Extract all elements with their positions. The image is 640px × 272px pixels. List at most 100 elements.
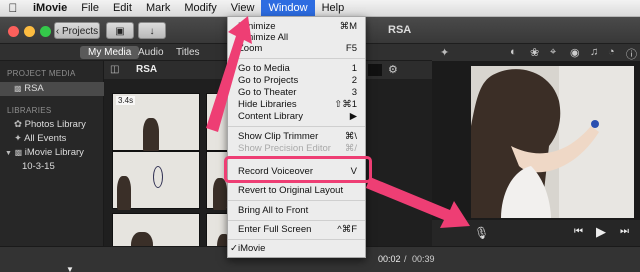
menu-item-label: iMovie xyxy=(238,243,266,254)
libraries-heading: LIBRARIES xyxy=(7,106,52,115)
menu-separator xyxy=(228,200,365,201)
total-timecode: 00:39 xyxy=(412,254,435,264)
download-arrow-icon: ↓ xyxy=(149,26,155,37)
projects-button-label: Projects xyxy=(62,26,99,37)
menu-item-minimize-all[interactable]: Minimize All xyxy=(228,32,365,43)
menu-item-hide-libraries[interactable]: Hide Libraries ⇧⌘1 xyxy=(228,99,365,110)
color-palette-icon[interactable]: ❀ xyxy=(530,46,539,59)
share-button[interactable]: ↓ xyxy=(138,22,166,39)
crop-icon[interactable]: ⌖ xyxy=(550,46,556,59)
tab-audio[interactable]: Audio xyxy=(130,46,172,59)
menu-item-enter-full-screen[interactable]: Enter Full Screen ^⌘F xyxy=(228,224,365,235)
menu-item-label: Revert to Original Layout xyxy=(238,185,344,196)
color-balance-icon[interactable]: ◐ xyxy=(510,46,517,58)
menu-item-minimize[interactable]: Minimize ⌘M xyxy=(228,21,365,32)
viewer-toolbar: ✦ ◐ ❀ ⌖ ◉ ♫ ◔ ⓘ xyxy=(432,44,640,61)
submenu-arrow-icon: ▶ xyxy=(349,111,357,122)
menu-item-zoom[interactable]: Zoom F5 xyxy=(228,43,365,54)
skip-back-icon[interactable]: ⏮ xyxy=(574,226,583,237)
libraries-sidebar: PROJECT MEDIA ▩ RSA LIBRARIES ✿ Photos L… xyxy=(0,61,104,265)
menu-item-label: Show Precision Editor xyxy=(238,143,331,154)
playhead-marker-icon[interactable]: ▼ xyxy=(66,265,74,272)
speed-icon[interactable]: ◔ xyxy=(608,46,615,58)
menu-item-shortcut: 2 xyxy=(351,75,357,86)
menu-item-label: Go to Media xyxy=(238,63,290,74)
menu-help[interactable]: Help xyxy=(315,0,352,17)
menu-item-imovie-window[interactable]: ✓ iMovie xyxy=(228,243,365,254)
menu-separator xyxy=(228,220,365,221)
menu-app[interactable]: iMovie xyxy=(26,0,74,17)
menu-item-shortcut: 3 xyxy=(351,87,357,98)
window-menu: Minimize ⌘M Minimize All Zoom F5 Go to Med… xyxy=(227,16,366,258)
menu-separator xyxy=(228,58,365,59)
menu-item-label: Zoom xyxy=(238,43,263,54)
minimize-window-button[interactable] xyxy=(24,26,35,37)
clip-drawing xyxy=(153,166,163,188)
disclosure-triangle-icon: ▼ xyxy=(5,150,12,157)
menu-item-label: Bring All to Front xyxy=(238,205,309,216)
menu-item-show-clip-trimmer[interactable]: Show Clip Trimmer ⌘\ xyxy=(228,131,365,142)
menu-mark[interactable]: Mark xyxy=(139,0,177,17)
menu-item-label: Content Library xyxy=(238,111,303,122)
viewer-controls: 🎙 ⏮ ▶ ⏭ xyxy=(432,220,640,246)
menu-item-label: Go to Projects xyxy=(238,75,299,86)
menu-item-bring-all-to-front[interactable]: Bring All to Front xyxy=(228,205,365,216)
menu-item-shortcut: ⌘M xyxy=(339,21,357,32)
menu-item-revert-layout[interactable]: Revert to Original Layout xyxy=(228,185,365,196)
clip-duration: 3.4s xyxy=(116,96,136,105)
current-timecode: 00:02 xyxy=(378,254,401,264)
sidebar-item-label: All Events xyxy=(24,133,67,144)
zoom-slider[interactable] xyxy=(368,64,382,76)
sidebar-item-label: iMovie Library xyxy=(24,147,84,158)
clip-thumbnail[interactable]: 3.4s xyxy=(112,93,200,152)
menu-item-content-library[interactable]: Content Library ▶ xyxy=(228,111,365,122)
menu-view[interactable]: View xyxy=(224,0,262,17)
annotation-highlight-box xyxy=(224,156,372,183)
sidebar-item-all-events[interactable]: ✦ All Events xyxy=(14,132,66,146)
menu-item-label: Hide Libraries xyxy=(238,99,297,110)
sidebar-item-event[interactable]: 10-3-15 xyxy=(22,160,55,174)
apple-icon[interactable]:  xyxy=(0,1,26,15)
menu-item-label: Minimize xyxy=(238,21,276,32)
microphone-icon[interactable]: 🎙 xyxy=(474,226,489,240)
sidebar-toggle-icon[interactable]: ◫ xyxy=(110,64,119,75)
skip-forward-icon[interactable]: ⏭ xyxy=(620,226,629,237)
menu-item-label: Show Clip Trimmer xyxy=(238,131,319,142)
clip-thumbnail[interactable] xyxy=(112,151,200,210)
settings-gear-icon[interactable]: ⚙ xyxy=(388,63,398,76)
menu-item-shortcut: F5 xyxy=(345,43,357,54)
menu-separator xyxy=(228,239,365,240)
menu-edit[interactable]: Edit xyxy=(106,0,139,17)
menu-item-show-precision-editor: Show Precision Editor ⌘/ xyxy=(228,143,365,154)
play-icon[interactable]: ▶ xyxy=(596,224,606,240)
clip-subject xyxy=(143,118,159,152)
menu-file[interactable]: File xyxy=(74,0,106,17)
clip-subject xyxy=(213,178,227,210)
menu-item-go-to-theater[interactable]: Go to Theater 3 xyxy=(228,87,365,98)
menu-window[interactable]: Window xyxy=(261,0,315,17)
photos-icon: ✿ xyxy=(14,119,22,130)
menu-item-go-to-projects[interactable]: Go to Projects 2 xyxy=(228,75,365,86)
menu-item-label: Minimize All xyxy=(238,32,289,43)
library-icon: ▩ xyxy=(14,148,23,157)
close-window-button[interactable] xyxy=(8,26,19,37)
stabilization-icon[interactable]: ◉ xyxy=(570,46,580,59)
projects-button[interactable]: ‹ Projects xyxy=(54,22,100,39)
checkmark-icon: ✓ xyxy=(230,243,238,254)
menu-item-shortcut: ^⌘F xyxy=(337,224,357,235)
volume-icon[interactable]: ♫ xyxy=(590,46,598,58)
menu-item-go-to-media[interactable]: Go to Media 1 xyxy=(228,63,365,74)
tab-titles[interactable]: Titles xyxy=(168,46,208,59)
info-icon[interactable]: ⓘ xyxy=(626,46,637,62)
menu-modify[interactable]: Modify xyxy=(177,0,223,17)
sidebar-item-rsa[interactable]: ▩ RSA xyxy=(0,82,104,96)
magic-wand-icon[interactable]: ✦ xyxy=(440,46,449,59)
zoom-window-button[interactable] xyxy=(40,26,51,37)
menu-item-shortcut: ⌘\ xyxy=(344,131,357,142)
sidebar-item-photos-library[interactable]: ✿ Photos Library xyxy=(14,118,86,132)
viewer-frame xyxy=(471,66,634,218)
media-tabs: My Media Audio Titles xyxy=(0,44,432,61)
import-media-button[interactable]: ▣ xyxy=(106,22,134,39)
sidebar-item-imovie-library[interactable]: ▼ ▩ iMovie Library xyxy=(5,146,84,160)
menu-item-label: Enter Full Screen xyxy=(238,224,312,235)
